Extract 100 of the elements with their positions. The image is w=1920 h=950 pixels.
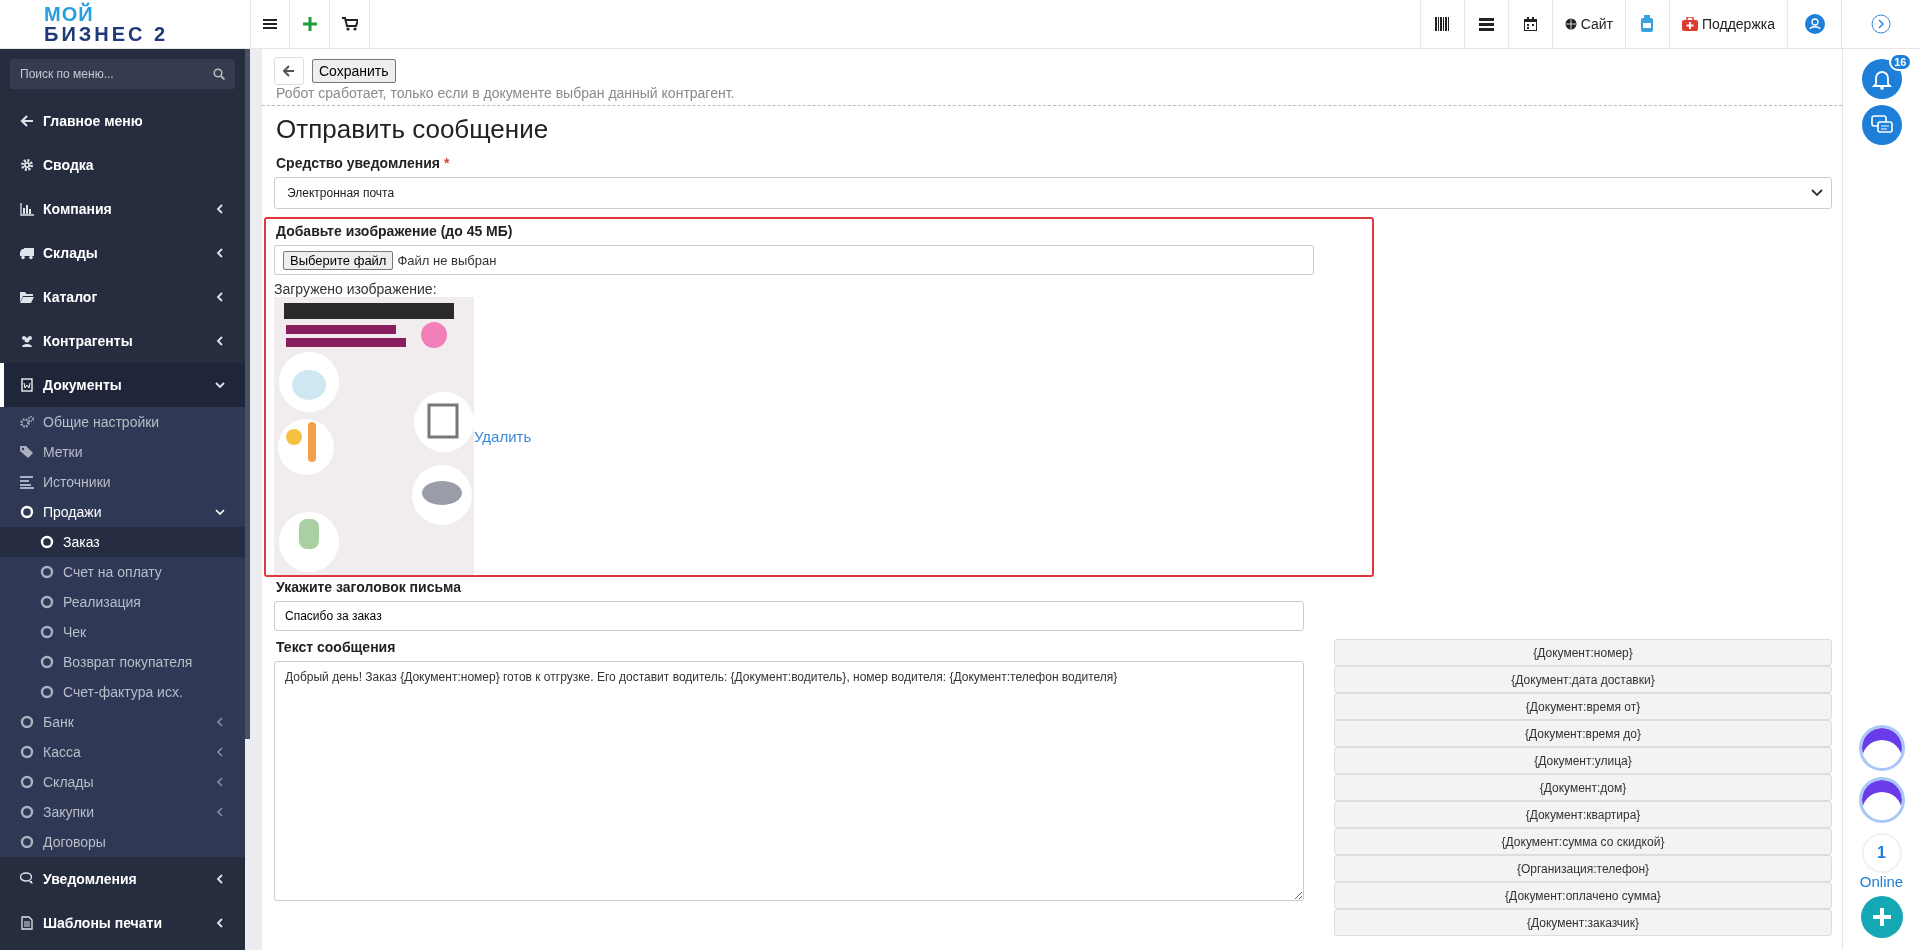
globe-icon (1564, 18, 1577, 30)
online-count: 1 (1861, 833, 1902, 873)
chevron-left-icon (215, 918, 225, 928)
collapse-icon[interactable] (1871, 14, 1891, 34)
chevron-left-icon (215, 777, 225, 787)
channel-select[interactable]: Электронная почта (274, 177, 1832, 209)
chat-button[interactable] (1861, 105, 1902, 145)
avatar[interactable] (1858, 725, 1905, 771)
chevron-left-icon (215, 807, 225, 817)
users-icon (20, 334, 34, 348)
sidebar-item[interactable]: Шаблоны печати (0, 901, 245, 945)
delete-link[interactable]: Удалить (474, 427, 532, 445)
circle-icon (20, 715, 34, 729)
first-aid-icon (1681, 17, 1698, 31)
variable-button[interactable]: {Документ:дом} (1334, 774, 1832, 801)
choose-file-button[interactable]: Выберите файл (283, 250, 394, 270)
sidebar-item[interactable]: Метки (0, 437, 245, 467)
save-button[interactable]: Сохранить (312, 59, 396, 83)
chevron-down-icon (215, 380, 225, 390)
sidebar-item[interactable]: Компания (0, 187, 245, 231)
circle-icon (20, 805, 34, 819)
sidebar-item[interactable]: Реализация (0, 587, 245, 617)
sidebar-item[interactable]: Счет на оплату (0, 557, 245, 587)
chat-icon (20, 872, 34, 886)
document-icon (20, 378, 34, 392)
sidebar-item[interactable]: Главное меню (0, 99, 245, 143)
add-button[interactable] (1860, 896, 1903, 938)
sidebar-item[interactable]: Каталог (0, 275, 245, 319)
logo[interactable]: МОЙ БИЗНЕС 2 (0, 0, 250, 48)
chevron-left-icon (215, 336, 225, 346)
file-status: Файл не выбран (397, 252, 497, 268)
file-icon (20, 916, 34, 930)
back-button[interactable] (274, 57, 304, 85)
field-label: Укажите заголовок письма (276, 579, 462, 595)
field-label: Добавьте изображение (до 45 МБ) (276, 223, 514, 239)
sidebar-item[interactable]: Банк (0, 707, 245, 737)
circle-icon (40, 595, 54, 609)
circle-icon (40, 565, 54, 579)
sidebar-item[interactable]: Счет-фактура исх. (0, 677, 245, 707)
variable-button[interactable]: {Документ:время от} (1334, 693, 1832, 720)
chevron-down-icon (215, 507, 225, 517)
variable-button[interactable]: {Документ:время до} (1334, 720, 1832, 747)
robot-note: Робот сработает, только если в документе выбран данный контрагент. (276, 85, 736, 101)
sidebar-item[interactable]: Продажи (0, 497, 245, 527)
sidebar-item[interactable]: Общие настройки (0, 407, 245, 437)
sidebar-item[interactable]: Уведомления (0, 857, 245, 901)
field-label: Текст сообщения (276, 639, 397, 655)
sidebar-item[interactable]: Сводка (0, 143, 245, 187)
circle-icon (20, 835, 34, 849)
chevron-left-icon (215, 747, 225, 757)
page-title: Отправить сообщение (276, 114, 550, 145)
variable-button[interactable]: {Документ:оплачено сумма} (1334, 882, 1832, 909)
file-field[interactable]: Выберите файл Файл не выбран (274, 245, 1314, 275)
required-mark: * (443, 155, 450, 171)
sidebar-item[interactable]: Склады (0, 767, 245, 797)
sidebar-item[interactable]: Склады (0, 231, 245, 275)
sidebar-item[interactable]: Договоры (0, 827, 245, 857)
arrow-left-icon (283, 65, 295, 77)
variable-button[interactable]: {Документ:дата доставки} (1334, 666, 1832, 693)
tag-icon (20, 445, 34, 459)
folder-icon (20, 290, 34, 304)
circle-icon (20, 775, 34, 789)
circle-icon (40, 535, 54, 549)
plus-icon (1870, 906, 1893, 928)
menu-search-field[interactable]: Поиск по меню... (10, 59, 235, 89)
chevron-left-icon (215, 292, 225, 302)
sidebar-item[interactable]: Контрагенты (0, 319, 245, 363)
sidebar-item[interactable]: Заказ (0, 527, 245, 557)
circle-icon (40, 625, 54, 639)
sidebar-item[interactable]: Документы (0, 363, 245, 407)
chevron-left-icon (215, 204, 225, 214)
variable-button[interactable]: {Документ:сумма со скидкой} (1334, 828, 1832, 855)
site-link[interactable]: Сайт (1551, 0, 1625, 48)
online-label: Online (1859, 873, 1904, 890)
avatar[interactable] (1858, 777, 1905, 823)
chevron-left-icon (215, 717, 225, 727)
lines-icon (20, 475, 34, 489)
chat-icon (1870, 114, 1893, 136)
sidebar-item[interactable]: Возврат покупателя (0, 647, 245, 677)
variable-button[interactable]: {Организация:телефон} (1334, 855, 1832, 882)
sidebar-item[interactable]: Чек (0, 617, 245, 647)
message-field[interactable]: Добрый день! Заказ {Документ:номер} готов к отгрузке. Его доставит водитель: {Документ:водитель}, номер водителя: {Документ:телефон водителя} (274, 661, 1304, 901)
circle-icon (40, 685, 54, 699)
arrow-left-icon (20, 114, 34, 128)
bar-chart-icon (20, 202, 34, 216)
subject-field[interactable]: Спасибо за заказ (274, 601, 1304, 631)
bell-icon (1870, 68, 1893, 90)
gears-icon (20, 415, 34, 429)
chevron-left-icon (215, 248, 225, 258)
variable-button[interactable]: {Документ:номер} (1334, 639, 1832, 666)
menu-icon[interactable] (250, 0, 290, 48)
variable-button[interactable]: {Документ:квартира} (1334, 801, 1832, 828)
variable-button[interactable]: {Документ:улица} (1334, 747, 1832, 774)
chevron-left-icon (215, 874, 225, 884)
variable-button[interactable]: {Документ:заказчик} (1334, 909, 1832, 936)
sidebar-item[interactable]: Касса (0, 737, 245, 767)
sidebar-item[interactable]: Источники (0, 467, 245, 497)
sidebar-item[interactable]: Закупки (0, 797, 245, 827)
chevron-down-icon (1811, 189, 1823, 197)
gear-icon (20, 158, 34, 172)
